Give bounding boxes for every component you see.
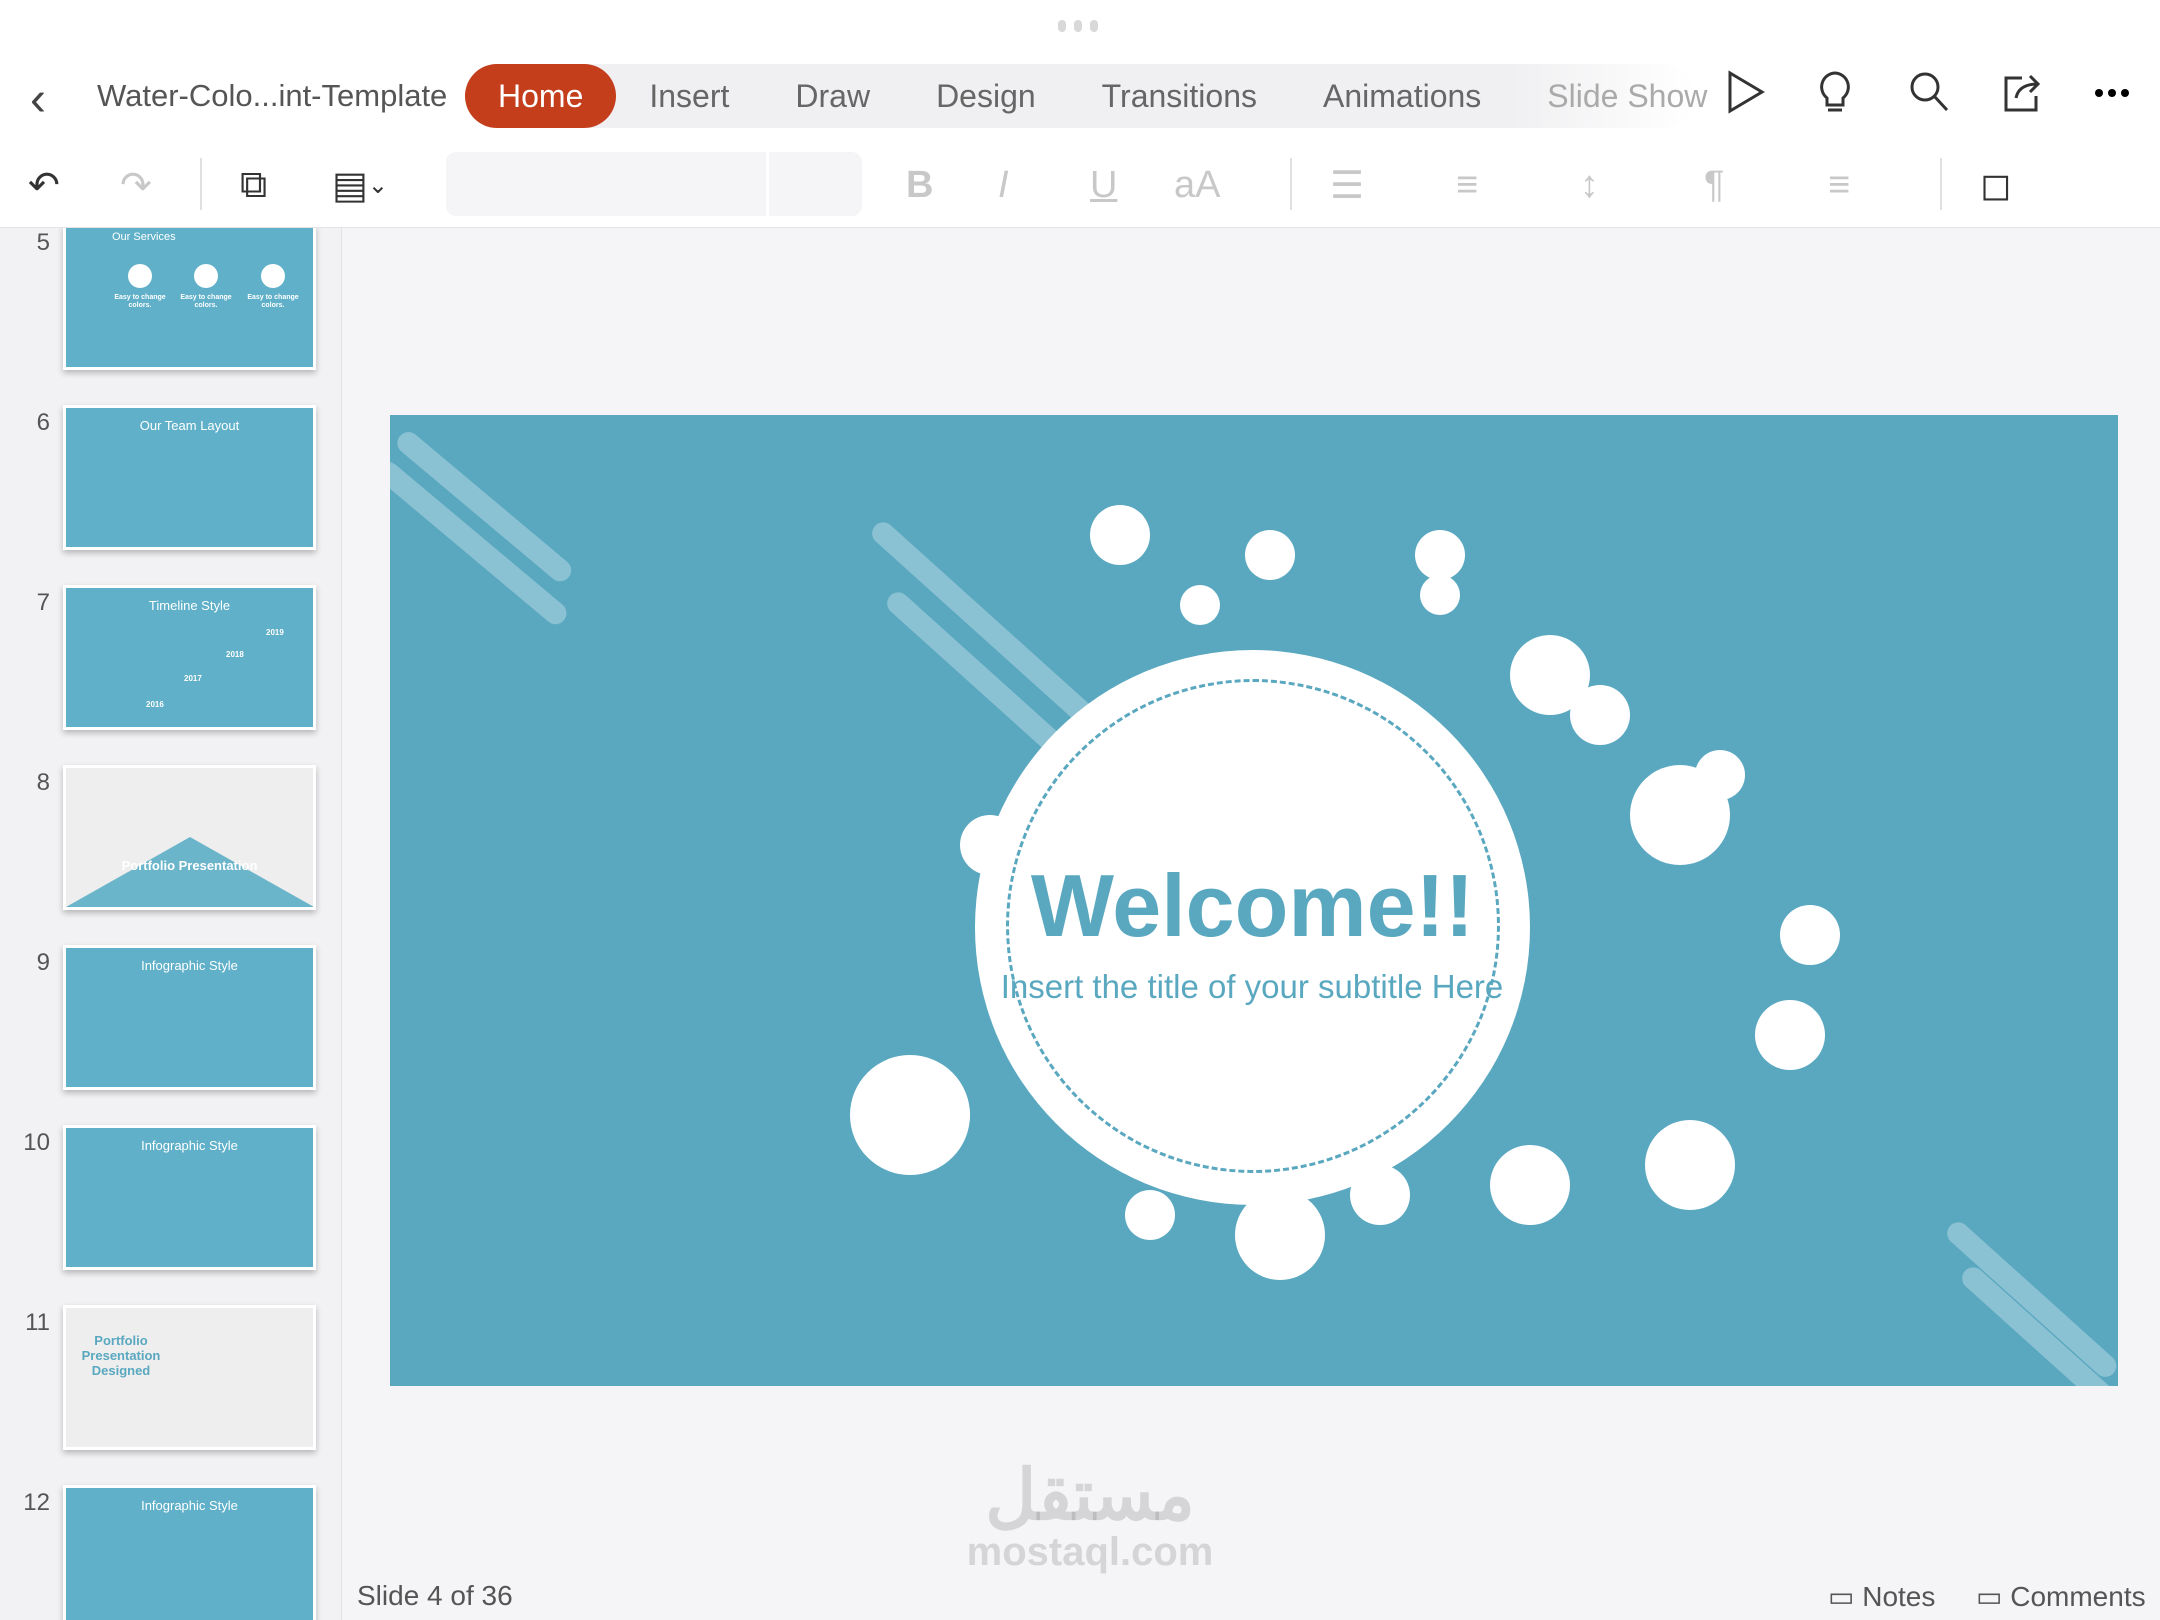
thumbnail-title: Portfolio Presentation Designed: [81, 1333, 161, 1378]
slide-number: 11: [25, 1309, 50, 1336]
slide-title[interactable]: Welcome!!: [890, 855, 1615, 957]
ribbon-tabs: Home Insert Draw Design Transitions Anim…: [465, 64, 1707, 128]
slide-thumbnail[interactable]: Timeline Style 2016 2017 2018 2019: [63, 585, 316, 730]
thumbnail-title: Infographic Style: [141, 1138, 238, 1153]
slide-thumbnail[interactable]: Infographic Style: [63, 945, 316, 1090]
slide-subtitle[interactable]: Insert the title of your subtitle Here: [952, 967, 1552, 1007]
timeline-year: 2018: [226, 650, 244, 659]
slide-canvas[interactable]: Welcome!! Insert the title of your subti…: [390, 415, 2118, 1386]
notes-icon: ▭: [1828, 1581, 1863, 1612]
slide-thumbnail[interactable]: Our Team Layout: [63, 405, 316, 550]
service-icon: [128, 264, 152, 288]
splash-blob: [1755, 1000, 1825, 1070]
tab-animations[interactable]: Animations: [1290, 64, 1514, 128]
splash-blob: [890, 1075, 970, 1155]
watermark-latin: mostaql.com: [966, 1530, 1214, 1574]
splash-blob: [1645, 1120, 1735, 1210]
tab-draw[interactable]: Draw: [762, 64, 903, 128]
timeline-year: 2016: [146, 700, 164, 709]
service-item-label: Easy to change colors.: [180, 294, 232, 309]
watermark-arabic: مستقل: [985, 1456, 1195, 1534]
divider: [1290, 158, 1292, 210]
paragraph-button[interactable]: ¶: [1704, 160, 1724, 210]
divider: [200, 158, 202, 210]
slide-thumbnail[interactable]: Portfolio Presentation: [63, 765, 316, 910]
slide-number: 6: [36, 409, 50, 436]
splash-blob: [1570, 685, 1630, 745]
splash-blob: [1090, 505, 1150, 565]
slide-number: 10: [23, 1129, 50, 1156]
timeline-year: 2017: [184, 674, 202, 683]
slide-number: 8: [36, 769, 50, 796]
bullets-button[interactable]: ☰: [1330, 160, 1364, 210]
slide-thumbnail[interactable]: Infographic Style: [63, 1485, 316, 1620]
search-icon[interactable]: [1908, 70, 1950, 114]
drag-handle[interactable]: [1058, 20, 1098, 32]
document-title[interactable]: Water-Colo...int-Template: [97, 78, 447, 114]
service-item-label: Easy to change colors.: [247, 294, 299, 309]
slide-number: 12: [23, 1489, 50, 1516]
thumbnail-title: Infographic Style: [141, 1498, 238, 1513]
align-button[interactable]: ≡: [1828, 160, 1850, 210]
notes-label: Notes: [1862, 1581, 1936, 1612]
tab-slide-show[interactable]: Slide Show: [1514, 64, 1740, 128]
slide-thumbnail-panel[interactable]: 5 Our Services Easy to change colors. Easy …: [0, 228, 342, 1620]
watermark: مستقل mostaql.com: [940, 1460, 1240, 1575]
service-icon: [261, 264, 285, 288]
slide-indicator: Slide 4 of 36: [357, 1580, 513, 1611]
play-icon[interactable]: [1726, 70, 1766, 114]
splash-blob: [1245, 530, 1295, 580]
line-spacing-button[interactable]: ↕: [1580, 160, 1599, 210]
redo-button[interactable]: ↷: [120, 160, 152, 210]
comment-icon: ▭: [1976, 1581, 2011, 1612]
slide-number: 5: [36, 229, 50, 256]
thumbnail-title: Our Team Layout: [139, 418, 240, 433]
service-icon: [194, 264, 218, 288]
chevron-down-icon: ⌄: [367, 171, 389, 199]
comments-label: Comments: [2010, 1581, 2146, 1612]
comments-button[interactable]: ▭ Comments: [1976, 1580, 2146, 1613]
tab-insert[interactable]: Insert: [616, 64, 762, 128]
thumbnail-title: Portfolio Presentation: [121, 858, 258, 873]
service-item-label: Easy to change colors.: [114, 294, 166, 309]
new-slide-button[interactable]: ⧉: [240, 160, 267, 210]
share-icon[interactable]: [2000, 70, 2042, 114]
timeline-year: 2019: [266, 628, 284, 637]
thumbnail-title: Infographic Style: [141, 958, 238, 973]
lightbulb-icon[interactable]: [1818, 70, 1852, 116]
splash-blob: [1695, 750, 1745, 800]
layout-button[interactable]: ▤ ⌄: [332, 160, 388, 210]
thumbnail-title: Our Services: [112, 231, 176, 243]
slide-thumbnail[interactable]: Infographic Style: [63, 1125, 316, 1270]
slide-thumbnail[interactable]: Portfolio Presentation Designed: [63, 1305, 316, 1450]
splash-blob: [1415, 530, 1465, 580]
layout-icon: ▤: [332, 164, 368, 207]
splash-blob: [1180, 585, 1220, 625]
back-button[interactable]: ‹: [30, 72, 46, 127]
divider: [1940, 158, 1942, 210]
notes-button[interactable]: ▭ Notes: [1828, 1580, 1935, 1613]
thumbnail-title: Timeline Style: [148, 598, 231, 613]
underline-button[interactable]: U: [1090, 160, 1117, 210]
font-name-input[interactable]: [446, 152, 862, 216]
numbering-button[interactable]: ≡: [1456, 160, 1478, 210]
shapes-button[interactable]: ◻: [1980, 160, 2012, 210]
italic-button[interactable]: I: [998, 160, 1009, 210]
top-bar: ‹ Water-Colo...int-Template Home Insert …: [0, 0, 2160, 228]
splash-blob: [1125, 1190, 1175, 1240]
font-size-button[interactable]: aA: [1174, 160, 1220, 210]
tab-design[interactable]: Design: [903, 64, 1069, 128]
splash-blob: [1490, 1145, 1570, 1225]
tab-transitions[interactable]: Transitions: [1069, 64, 1290, 128]
undo-button[interactable]: ↶: [28, 160, 60, 210]
more-icon[interactable]: [2094, 88, 2130, 98]
splash-blob: [1780, 905, 1840, 965]
decor-stripe: [1942, 1217, 2118, 1382]
splash-blob: [1420, 575, 1460, 615]
tab-home[interactable]: Home: [465, 64, 617, 128]
slide-number: 9: [36, 949, 50, 976]
slide-number: 7: [36, 589, 50, 616]
bold-button[interactable]: B: [906, 160, 933, 210]
slide-thumbnail[interactable]: Our Services Easy to change colors. Easy t…: [63, 228, 316, 370]
